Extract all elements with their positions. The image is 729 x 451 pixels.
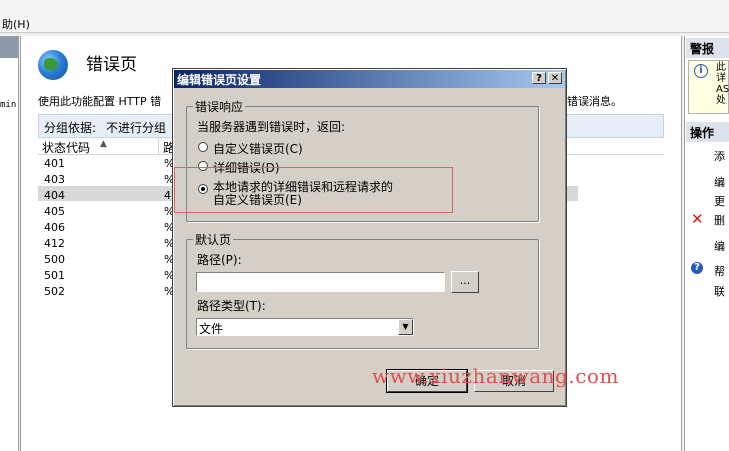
actions-title: 操作 <box>690 126 715 140</box>
annotation-highlight-box <box>174 167 453 213</box>
globe-land <box>44 58 58 70</box>
alert-line: 此 <box>716 62 726 73</box>
action-help[interactable]: 帮 <box>714 263 725 279</box>
page-title: 错误页 <box>86 55 137 75</box>
error-response-group-label: 错误响应 <box>193 98 246 115</box>
table-row-status-code[interactable]: 502 <box>44 285 65 298</box>
menu-help[interactable]: 助(H) <box>2 16 30 32</box>
column-divider[interactable] <box>158 138 159 154</box>
table-row-status-code[interactable]: 404 <box>44 189 65 202</box>
action-edit-feature[interactable]: 编 <box>714 238 725 254</box>
help-icon: ? <box>691 262 703 274</box>
list-empty-area <box>38 300 158 450</box>
browse-button[interactable]: ... <box>451 271 479 293</box>
info-icon: i <box>694 64 708 78</box>
dialog-title: 编辑错误页设置 <box>177 73 262 87</box>
path-type-label: 路径类型(T): <box>197 299 266 313</box>
action-edit[interactable]: 编 <box>714 174 725 190</box>
dialog-close-button[interactable]: ✕ <box>548 72 562 84</box>
table-row-status-code[interactable]: 405 <box>44 205 65 218</box>
path-type-value: 文件 <box>199 322 224 336</box>
tree-item[interactable]: min <box>0 100 16 110</box>
connections-pane <box>0 36 19 451</box>
alert-line: 处 <box>716 95 726 106</box>
table-row-status-code[interactable]: 412 <box>44 237 65 250</box>
alert-line: AS <box>716 84 729 95</box>
sort-ascending-icon: ▲ <box>100 139 107 149</box>
custom-error-pages-label[interactable]: 自定义错误页(C) <box>213 140 303 157</box>
feature-description-tail: 错误消息。 <box>567 95 622 108</box>
table-row-status-code[interactable]: 501 <box>44 269 65 282</box>
column-status-code[interactable]: 状态代码 <box>42 139 90 156</box>
alert-line: 详 <box>716 73 726 84</box>
watermark-text: www.xiuzhanwang.com <box>372 364 619 388</box>
radio-custom-error-pages[interactable] <box>198 142 208 152</box>
chevron-down-icon[interactable]: ▼ <box>398 319 413 335</box>
path-type-select[interactable] <box>196 318 414 336</box>
default-page-group-label: 默认页 <box>193 231 234 248</box>
path-input[interactable] <box>196 272 445 292</box>
dialog-help-button[interactable]: ? <box>532 72 546 84</box>
action-add[interactable]: 添 <box>714 148 725 164</box>
delete-icon: ✕ <box>691 210 704 228</box>
alerts-title: 警报 <box>690 42 715 56</box>
group-by-label: 分组依据: <box>44 121 97 135</box>
table-row-status-code[interactable]: 401 <box>44 157 65 170</box>
group-by-select[interactable]: 不进行分组 <box>106 119 166 136</box>
table-row-status-code[interactable]: 406 <box>44 221 65 234</box>
path-label: 路径(P): <box>197 253 242 267</box>
action-delete[interactable]: 删 <box>714 212 725 228</box>
alert-text: 此 详 AS 处 <box>716 62 729 106</box>
action-change[interactable]: 更 <box>714 193 725 209</box>
table-row-status-code[interactable]: 500 <box>44 253 65 266</box>
feature-description: 使用此功能配置 HTTP 错 <box>38 95 162 108</box>
menu-bar <box>0 0 729 33</box>
table-row-status-code[interactable]: 403 <box>44 173 65 186</box>
when-error-label: 当服务器遇到错误时，返回: <box>197 120 346 134</box>
action-online-help[interactable]: 联 <box>714 283 725 299</box>
connections-header <box>0 36 18 58</box>
